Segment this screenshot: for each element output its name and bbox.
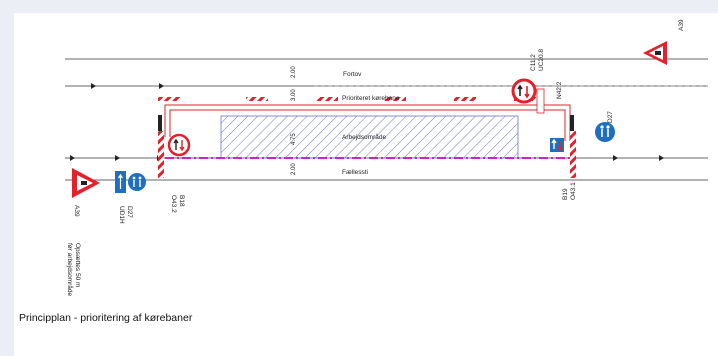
dimension-lane: 3.00 xyxy=(291,89,297,101)
shared-path-icon xyxy=(595,122,615,142)
sign-code-n42-2: N42.2 xyxy=(556,81,563,99)
sign-code-c11-2: C11.2 xyxy=(530,54,537,71)
sign-code-uc20-8: UC20.8 xyxy=(538,49,545,71)
sign-code-d27-right: D27 xyxy=(607,111,614,123)
dimension-work: 4.75 xyxy=(291,133,297,145)
drawing-sheet: Fortov Prioriteret kørebane Arbejdsområd… xyxy=(14,13,718,356)
sign-code-a39-right: A39 xyxy=(678,19,685,31)
warning-triangle-icon xyxy=(643,41,667,65)
sign-code-b19: B19 xyxy=(562,188,569,200)
sidewalk-label: Fortov xyxy=(343,71,362,78)
shared-path-left-icon xyxy=(128,173,146,191)
sign-code-b18: B18 xyxy=(178,195,185,207)
note-line-2: før arbejdsområde xyxy=(66,243,74,296)
give-way-oncoming-icon xyxy=(511,78,537,104)
principal-plan-drawing: Fortov Prioriteret kørebane Arbejdsområd… xyxy=(65,19,708,296)
sign-code-ud1h: UD1H xyxy=(118,206,125,224)
sign-code-d27-left: D27 xyxy=(126,206,133,218)
priority-oncoming-icon xyxy=(550,138,564,152)
sign-code-a39-left: A39 xyxy=(73,205,80,217)
sign-code-o43-2: O43.2 xyxy=(170,195,177,213)
shared-path-label: Fællessti xyxy=(342,169,368,176)
warning-triangle-left-icon xyxy=(72,168,100,198)
work-area-label: Arbejdsområde xyxy=(342,133,386,141)
priority-lane-label: Prioriteret kørebane xyxy=(342,95,400,102)
sign-code-o43-1: O43.1 xyxy=(570,182,577,200)
dimension-sidewalk: 2.00 xyxy=(291,66,297,78)
plan-caption: Principplan - prioritering af kørebaner xyxy=(19,312,193,324)
supplementary-plate xyxy=(536,88,545,114)
note-line-1: Opsættes 50 m xyxy=(74,243,81,287)
no-entry-icon xyxy=(167,133,191,157)
dimension-path: 2.00 xyxy=(291,163,297,175)
cycle-sign-icon xyxy=(115,171,126,193)
